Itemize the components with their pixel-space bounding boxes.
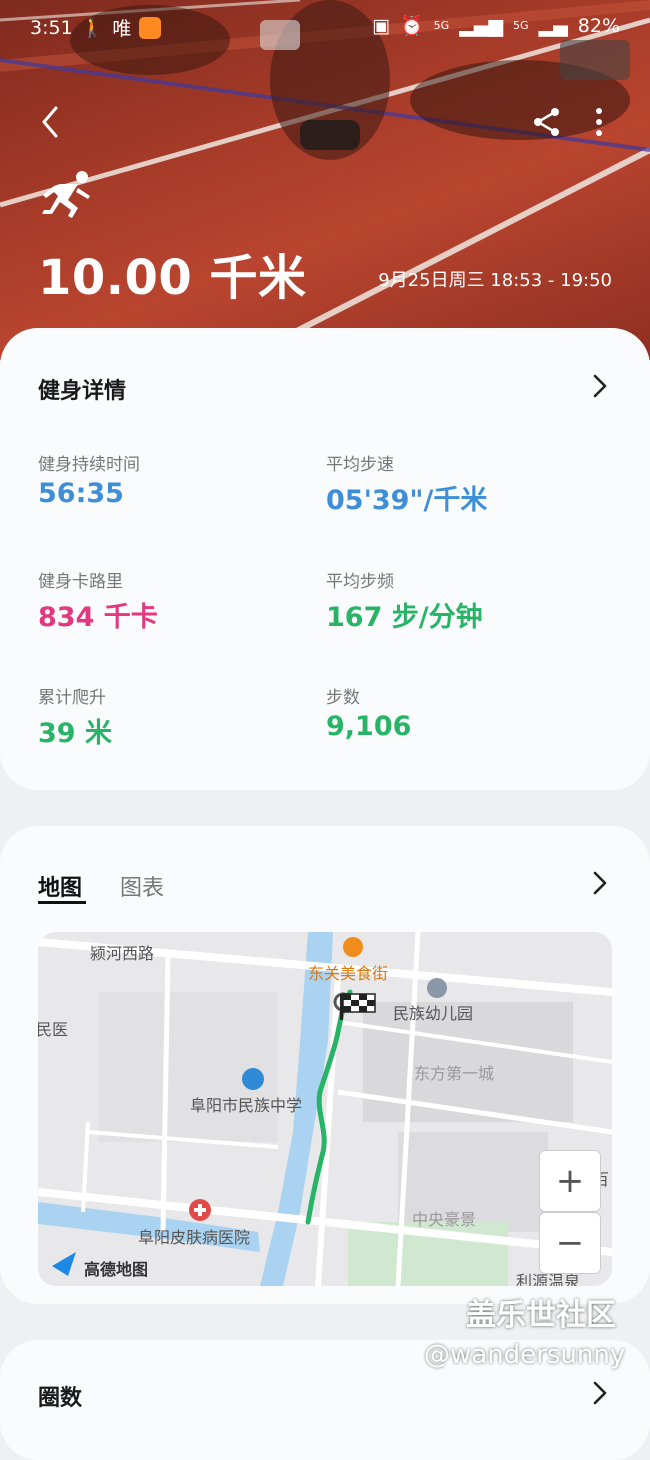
cadence-value: 167 步/分钟: [326, 602, 483, 633]
watermark-site: 盖乐世社区: [466, 1298, 616, 1333]
status-time: 3:51: [30, 16, 73, 39]
alarm-icon: ⏰: [399, 15, 424, 37]
details-title: 健身详情: [38, 379, 127, 404]
map-chevron-right-icon[interactable]: [591, 870, 609, 896]
steps-value: 9,106: [326, 711, 412, 742]
cadence-label: 平均步频: [326, 572, 394, 592]
zoom-in-button[interactable]: +: [539, 1150, 601, 1212]
calories-value: 834 千卡: [38, 602, 158, 633]
details-chevron-right-icon[interactable]: [591, 373, 609, 399]
map-label-food-street: 东关美食街: [308, 964, 389, 983]
status-bar: 3:51 🚶 唯 ▣ ⏰ 5G ▂▄▆ 5G ▂▄ 82%: [0, 12, 650, 44]
calories-label: 健身卡路里: [38, 572, 123, 592]
hero-header: 3:51 🚶 唯 ▣ ⏰ 5G ▂▄▆ 5G ▂▄ 82% 10.00 千米 9…: [0, 0, 650, 360]
network-label-2: 5G: [513, 19, 529, 32]
map-label-road: 颍河西路: [90, 944, 155, 963]
app-notification-icon: [139, 16, 162, 39]
avg-pace-label: 平均步速: [326, 455, 394, 475]
more-icon[interactable]: [587, 106, 611, 138]
share-icon[interactable]: [531, 106, 563, 138]
elevation-gain-label: 累计爬升: [38, 688, 106, 708]
map-canvas: [38, 932, 612, 1286]
tab-map[interactable]: 地图: [38, 870, 82, 902]
status-app-text: 唯: [112, 18, 132, 40]
map-label-hospital: 阜阳皮肤病医院: [138, 1228, 251, 1247]
workout-datetime: 9月25日周三 18:53 - 19:50: [378, 270, 612, 291]
message-icon: ▣: [372, 14, 390, 37]
signal-icon-1: ▂▄▆: [459, 14, 503, 37]
map-label-kindergarten: 民族幼儿园: [393, 1004, 474, 1023]
duration-value: 56:35: [38, 478, 124, 509]
avg-pace-value: 05'39"/千米: [326, 485, 488, 516]
map-provider-logo: 高德地图: [84, 1260, 149, 1279]
network-label-1: 5G: [433, 19, 450, 32]
map-label-area: 中央豪景: [412, 1210, 477, 1229]
elevation-gain-value: 39 米: [38, 718, 112, 749]
map-label-left-edge: 民医: [38, 1020, 69, 1039]
walk-icon: 🚶: [80, 17, 105, 39]
tab-chart[interactable]: 图表: [120, 870, 164, 902]
running-icon: [42, 171, 90, 218]
map-label-school: 阜阳市民族中学: [190, 1096, 303, 1115]
route-map[interactable]: 颍河西路 东关美食街 民族幼儿园 民医 东方第一城 阜阳市民族中学 阜阳皮肤病医…: [38, 932, 612, 1286]
active-tab-indicator: [38, 901, 86, 904]
watermark-user: @wandersunny: [424, 1340, 626, 1370]
laps-title: 圈数: [38, 1386, 83, 1411]
back-icon[interactable]: [34, 102, 68, 142]
map-label-community: 东方第一城: [414, 1064, 495, 1083]
laps-chevron-right-icon[interactable]: [591, 1380, 609, 1406]
duration-label: 健身持续时间: [38, 455, 140, 475]
battery-percent: 82%: [577, 14, 620, 37]
signal-icon-2: ▂▄: [538, 14, 568, 37]
steps-label: 步数: [326, 688, 360, 708]
zoom-out-button[interactable]: −: [539, 1212, 601, 1274]
total-distance: 10.00 千米: [38, 250, 307, 306]
